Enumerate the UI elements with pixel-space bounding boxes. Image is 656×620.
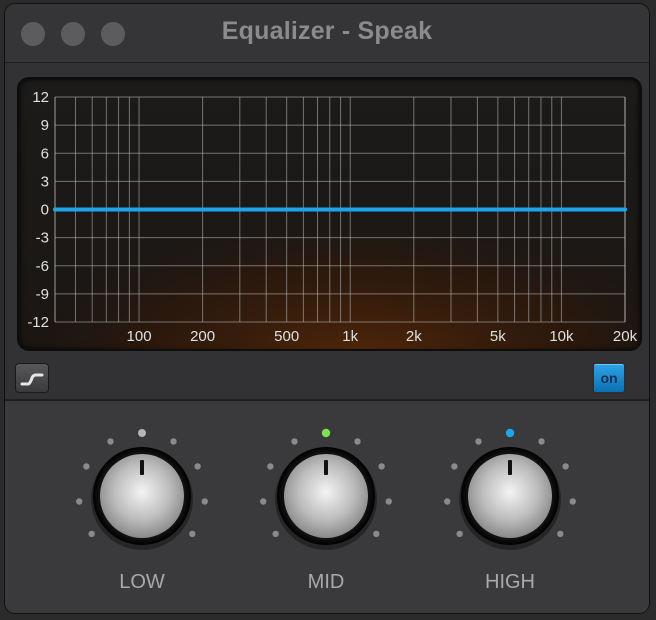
y-tick-label: 12 xyxy=(32,89,49,106)
x-tick-label: 500 xyxy=(274,328,299,345)
knob-scale-dot xyxy=(291,438,298,445)
y-tick-label: 3 xyxy=(41,173,49,190)
y-tick-label: 9 xyxy=(41,117,49,134)
knob-scale-dot xyxy=(538,438,545,445)
knob-scale-dot xyxy=(272,530,279,538)
knob-scale-dot xyxy=(107,438,114,445)
knob-scale-dot xyxy=(562,463,569,470)
eq-graph: 12 9 6 3 0 -3 -6 -9 -12 100 200 500 1k 2k 5k 10k 20k xyxy=(19,79,640,349)
x-tick-label: 20k xyxy=(613,328,638,345)
x-tick-label: 2k xyxy=(406,328,422,345)
y-tick-label: 0 xyxy=(41,202,49,219)
knob-scale-dot xyxy=(373,530,380,538)
knob-scale-dot xyxy=(267,463,274,470)
knob-indicator-led xyxy=(321,428,331,438)
knob-scale-dot xyxy=(194,463,201,470)
knob-graphic xyxy=(76,429,208,550)
low-knob-label: LOW xyxy=(119,571,165,593)
knob-scale-dot xyxy=(456,530,463,538)
knob-scale-dot xyxy=(569,498,576,505)
knob-indicator-led xyxy=(505,428,515,438)
knob-graphic xyxy=(444,428,576,550)
x-tick-label: 200 xyxy=(190,328,215,345)
knob-scale-dot xyxy=(201,498,208,505)
knob-scale-dot xyxy=(444,498,451,505)
mid-knob[interactable] xyxy=(256,424,396,564)
knob-scale-dot xyxy=(260,498,267,505)
knob-graphic xyxy=(260,428,392,550)
knob-scale-dot xyxy=(170,438,177,445)
window-title: Equalizer - Speak xyxy=(221,17,433,45)
x-tick-label: 5k xyxy=(490,328,506,345)
knob-scale-dot xyxy=(385,498,392,505)
knob-scale-dot xyxy=(76,498,83,505)
knob-scale-dot xyxy=(451,463,458,470)
x-tick-label: 10k xyxy=(549,328,574,345)
knob-scale-dot xyxy=(88,530,95,538)
mid-knob-label: MID xyxy=(307,571,345,593)
control-strip: on xyxy=(5,356,649,400)
x-tick-label: 100 xyxy=(127,328,152,345)
filter-shape-button[interactable] xyxy=(15,363,49,393)
knob-scale-dot xyxy=(83,463,90,470)
knob-scale-dot xyxy=(378,463,385,470)
y-tick-label: -3 xyxy=(36,230,49,247)
title-bar[interactable]: Equalizer - Speak xyxy=(5,4,649,63)
knob-scale-dot xyxy=(557,530,564,538)
knob-indicator-led xyxy=(138,429,146,437)
equalizer-window: Equalizer - Speak 12 9 6 3 0 -3 -6 -9 -12 100 200… xyxy=(4,3,650,614)
low-knob[interactable] xyxy=(72,424,212,564)
y-tick-label: 6 xyxy=(41,145,49,162)
knob-scale-dot xyxy=(189,530,196,538)
knob-scale-dot xyxy=(354,438,361,445)
knob-scale-dot xyxy=(475,438,482,445)
eq-graph-display: 12 9 6 3 0 -3 -6 -9 -12 100 200 500 1k 2k 5k 10k 20k xyxy=(17,77,642,351)
y-tick-label: -6 xyxy=(36,258,49,275)
y-tick-label: -12 xyxy=(27,314,49,331)
y-tick-label: -9 xyxy=(36,286,49,303)
shelf-curve-icon xyxy=(20,373,44,386)
high-knob-label: HIGH xyxy=(485,571,535,593)
on-toggle-button[interactable]: on xyxy=(592,362,626,394)
high-knob[interactable] xyxy=(440,424,580,564)
x-tick-label: 1k xyxy=(342,328,358,345)
